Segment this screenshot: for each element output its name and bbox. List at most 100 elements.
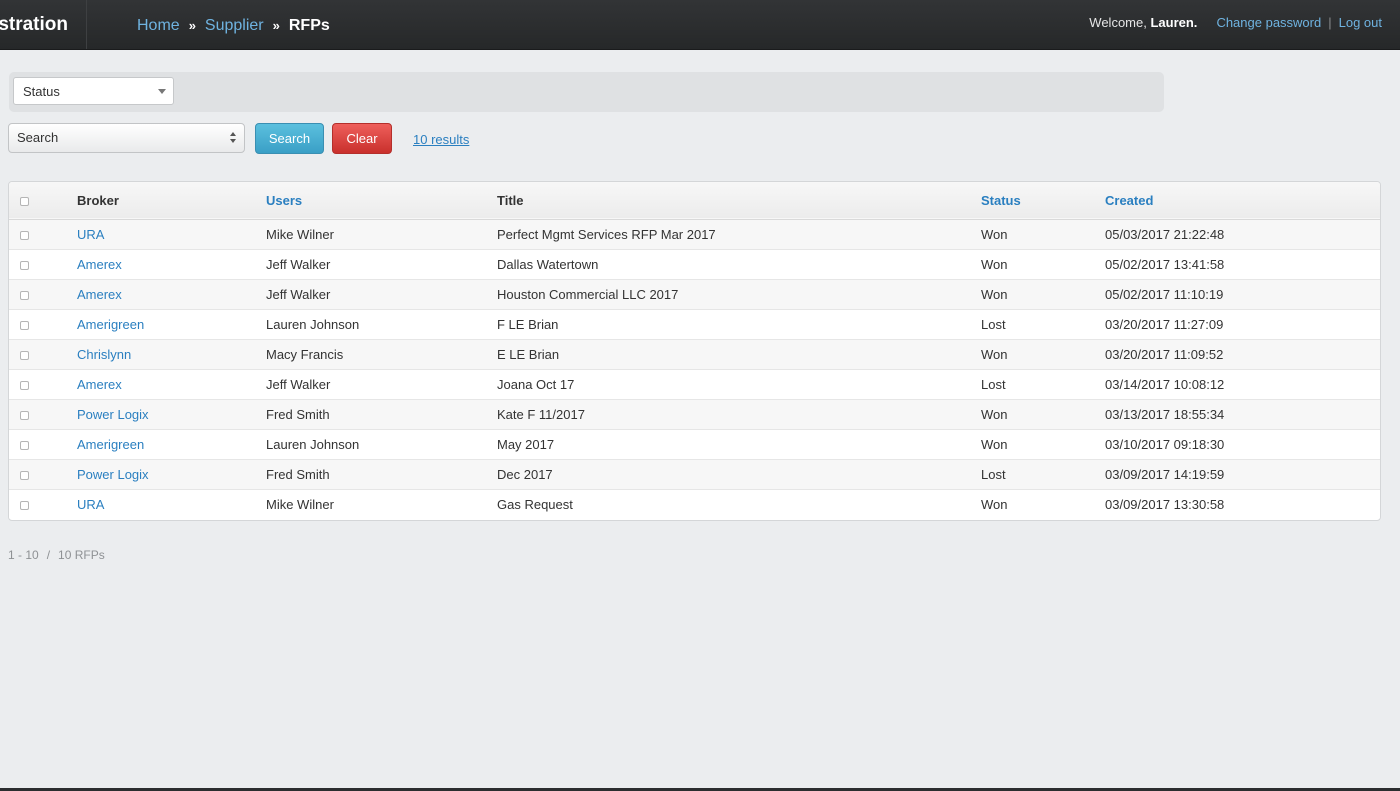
- row-checkbox[interactable]: [20, 380, 29, 390]
- broker-cell: Amerex: [77, 249, 266, 279]
- select-all-checkbox[interactable]: [20, 196, 29, 206]
- status-cell: Won: [981, 226, 1008, 242]
- search-field-value: Search: [17, 130, 59, 145]
- breadcrumb-supplier[interactable]: Supplier: [205, 17, 264, 34]
- broker-cell: Power Logix: [77, 399, 266, 429]
- status-filter-value: Status: [23, 84, 60, 99]
- results-count-link[interactable]: 10 results: [413, 132, 469, 147]
- broker-cell: URA: [77, 219, 266, 249]
- row-select-cell: [9, 429, 77, 459]
- created-cell: 03/20/2017 11:27:09: [1105, 316, 1224, 332]
- column-header-users[interactable]: Users: [266, 182, 497, 219]
- breadcrumb-separator: »: [188, 18, 196, 33]
- pagination-summary: 1 - 10 / 10 RFPs: [8, 548, 105, 562]
- title-cell: F LE Brian: [497, 316, 559, 332]
- title-cell: Perfect Mgmt Services RFP Mar 2017: [497, 226, 716, 242]
- broker-link[interactable]: Amerigreen: [77, 317, 144, 332]
- created-cell: 05/02/2017 13:41:58: [1105, 256, 1225, 272]
- column-header-created[interactable]: Created: [1105, 182, 1380, 219]
- row-select-cell: [9, 459, 77, 489]
- breadcrumb-separator: »: [272, 18, 280, 33]
- row-checkbox[interactable]: [20, 440, 29, 450]
- users-cell: Macy Francis: [266, 346, 344, 362]
- table-row: Power Logix Fred Smith Dec 2017 Lost 03/…: [9, 459, 1380, 489]
- clear-button[interactable]: Clear: [332, 123, 392, 154]
- broker-cell: Amerex: [77, 279, 266, 309]
- status-cell: Lost: [981, 316, 1006, 332]
- row-select-cell: [9, 279, 77, 309]
- table-row: Chrislynn Macy Francis E LE Brian Won 03…: [9, 339, 1380, 369]
- broker-link[interactable]: Power Logix: [77, 407, 149, 422]
- table-header-row: Broker Users Title Status Created: [9, 182, 1380, 219]
- row-checkbox[interactable]: [20, 290, 29, 300]
- search-button[interactable]: Search: [255, 123, 324, 154]
- breadcrumb: Home » Supplier » RFPs: [137, 0, 330, 52]
- row-select-cell: [9, 309, 77, 339]
- row-checkbox[interactable]: [20, 350, 29, 360]
- users-cell: Jeff Walker: [266, 376, 331, 392]
- broker-link[interactable]: URA: [77, 227, 104, 242]
- title-cell: Kate F 11/2017: [497, 406, 585, 422]
- column-header-title: Title: [497, 192, 524, 208]
- broker-link[interactable]: URA: [77, 497, 104, 512]
- row-checkbox[interactable]: [20, 470, 29, 480]
- row-checkbox[interactable]: [20, 500, 29, 510]
- row-checkbox[interactable]: [20, 320, 29, 330]
- column-header-status[interactable]: Status: [981, 182, 1105, 219]
- status-cell: Won: [981, 346, 1008, 362]
- users-cell: Lauren Johnson: [266, 436, 360, 452]
- title-cell: Dallas Watertown: [497, 256, 599, 272]
- welcome-prefix: Welcome,: [1089, 15, 1151, 30]
- table-row: URA Mike Wilner Gas Request Won 03/09/20…: [9, 489, 1380, 519]
- row-select-cell: [9, 399, 77, 429]
- select-updown-icon: [230, 132, 238, 144]
- table-row: Amerigreen Lauren Johnson May 2017 Won 0…: [9, 429, 1380, 459]
- created-cell: 03/20/2017 11:09:52: [1105, 346, 1224, 362]
- app-brand-text: stration: [0, 14, 68, 35]
- welcome-text: Welcome, Lauren.: [1089, 15, 1197, 30]
- broker-link[interactable]: Amerex: [77, 287, 122, 302]
- broker-link[interactable]: Chrislynn: [77, 347, 131, 362]
- table-row: URA Mike Wilner Perfect Mgmt Services RF…: [9, 219, 1380, 249]
- broker-cell: Amerex: [77, 369, 266, 399]
- pagination-separator: /: [46, 548, 51, 562]
- row-checkbox[interactable]: [20, 260, 29, 270]
- change-password-link[interactable]: Change password: [1216, 15, 1321, 30]
- column-header-broker: Broker: [77, 192, 119, 208]
- filter-bar: Status: [9, 72, 1164, 112]
- broker-link[interactable]: Amerex: [77, 377, 122, 392]
- row-select-cell: [9, 219, 77, 249]
- broker-link[interactable]: Amerigreen: [77, 437, 144, 452]
- users-cell: Fred Smith: [266, 406, 330, 422]
- row-select-cell: [9, 369, 77, 399]
- users-cell: Jeff Walker: [266, 256, 331, 272]
- row-checkbox[interactable]: [20, 230, 29, 240]
- logout-link[interactable]: Log out: [1339, 15, 1382, 30]
- title-cell: Dec 2017: [497, 466, 553, 482]
- app-brand[interactable]: stration: [0, 0, 87, 49]
- broker-link[interactable]: Power Logix: [77, 467, 149, 482]
- row-select-cell: [9, 249, 77, 279]
- created-cell: 03/09/2017 13:30:58: [1105, 496, 1225, 512]
- breadcrumb-home[interactable]: Home: [137, 17, 180, 34]
- pagination-total: 10 RFPs: [58, 548, 105, 562]
- title-cell: May 2017: [497, 436, 555, 452]
- table-row: Amerex Jeff Walker Joana Oct 17 Lost 03/…: [9, 369, 1380, 399]
- title-cell: Joana Oct 17: [497, 376, 575, 392]
- broker-cell: Amerigreen: [77, 429, 266, 459]
- users-cell: Lauren Johnson: [266, 316, 360, 332]
- row-checkbox[interactable]: [20, 410, 29, 420]
- search-field-select[interactable]: Search: [8, 123, 245, 153]
- select-all-cell: [9, 182, 77, 219]
- broker-cell: Power Logix: [77, 459, 266, 489]
- rfp-table: Broker Users Title Status Created URA Mi…: [8, 181, 1381, 521]
- created-cell: 03/09/2017 14:19:59: [1105, 466, 1225, 482]
- broker-cell: URA: [77, 489, 266, 519]
- status-cell: Lost: [981, 466, 1006, 482]
- broker-link[interactable]: Amerex: [77, 257, 122, 272]
- status-filter-select[interactable]: Status: [13, 77, 174, 105]
- breadcrumb-current: RFPs: [288, 17, 330, 34]
- users-cell: Mike Wilner: [266, 496, 334, 512]
- user-menu: Welcome, Lauren. Change password | Log out: [1089, 0, 1382, 46]
- title-cell: E LE Brian: [497, 346, 560, 362]
